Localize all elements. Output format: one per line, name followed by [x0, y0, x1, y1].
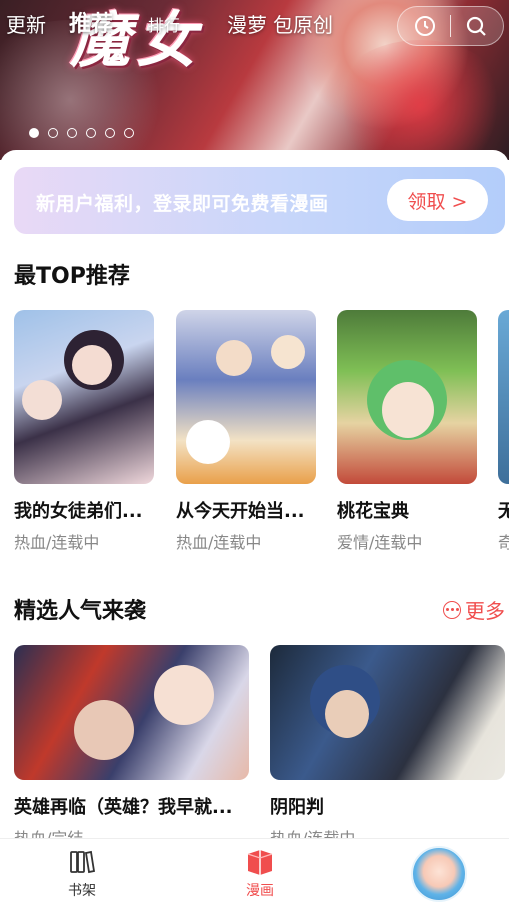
- comic-cover: [498, 310, 509, 484]
- comic-card[interactable]: 无 奇: [498, 310, 509, 553]
- bookshelf-icon: [70, 850, 96, 874]
- divider: [449, 15, 451, 37]
- comic-card[interactable]: 桃花宝典 爱情/连载中: [337, 310, 477, 553]
- tab-label: 漫画: [246, 883, 274, 899]
- comic-tags: 热血/连载中: [14, 533, 100, 552]
- comic-card[interactable]: 我的女徒弟们... 热血/连载中: [14, 310, 154, 553]
- carousel-dot[interactable]: [29, 128, 39, 138]
- banner-art: [330, 40, 509, 160]
- history-icon[interactable]: [411, 12, 439, 40]
- comic-icon: [247, 850, 273, 875]
- carousel-dot[interactable]: [67, 128, 77, 138]
- comic-title: 我的女徒弟们...: [14, 501, 143, 522]
- comic-cover: [14, 310, 154, 484]
- hero-banner[interactable]: 魔女 更新 推荐 排行 漫萝 包原创: [0, 0, 509, 160]
- comic-cover: [14, 645, 249, 780]
- tab-update[interactable]: 更新: [6, 9, 46, 38]
- comic-title: 英雄再临（英雄？我早就...: [14, 797, 233, 818]
- comic-card[interactable]: 从今天开始当... 热血/连载中: [176, 310, 316, 553]
- more-link[interactable]: 更多: [443, 595, 505, 624]
- carousel-dot[interactable]: [124, 128, 134, 138]
- tab-bookshelf[interactable]: 书架: [42, 847, 122, 900]
- tab-recommend[interactable]: 推荐: [69, 6, 113, 38]
- comic-title: 桃花宝典: [337, 501, 409, 522]
- new-user-promo-banner[interactable]: 新用户福利，登录即可免费看漫画 领取 >: [14, 167, 505, 234]
- comic-title: 从今天开始当...: [176, 501, 305, 522]
- comic-card[interactable]: 阴阳判 热血/连载中: [270, 645, 505, 840]
- tab-comic[interactable]: 漫画: [220, 847, 300, 900]
- bottom-tab-bar: 书架 漫画: [0, 838, 509, 902]
- top-actions: [397, 6, 504, 46]
- comic-tags: 奇: [498, 533, 509, 552]
- more-icon: [443, 600, 461, 619]
- comic-tags: 热血/连载中: [176, 533, 262, 552]
- top-recommend-list: 我的女徒弟们... 热血/连载中 从今天开始当... 热血/连载中 桃花宝典 爱…: [14, 310, 509, 560]
- section-title-popular: 精选人气来袭: [14, 599, 147, 624]
- more-label: 更多: [465, 599, 505, 623]
- carousel-dot[interactable]: [105, 128, 115, 138]
- comic-title: 阴阳判: [270, 797, 324, 818]
- tab-ranking[interactable]: 排行: [148, 12, 180, 36]
- popular-list: 英雄再临（英雄？我早就... 热血/完结 阴阳判 热血/连载中: [14, 645, 509, 840]
- comic-cover: [270, 645, 505, 780]
- promo-text: 新用户福利，登录即可免费看漫画: [36, 193, 329, 215]
- claim-button[interactable]: 领取 >: [387, 179, 488, 221]
- carousel-dot[interactable]: [86, 128, 96, 138]
- profile-avatar[interactable]: [411, 846, 467, 902]
- comic-tags: 爱情/连载中: [337, 533, 423, 552]
- search-icon[interactable]: [462, 12, 490, 40]
- tab-original[interactable]: 包原创: [273, 9, 333, 38]
- comic-title: 无: [498, 501, 509, 522]
- tab-manluo[interactable]: 漫萝: [227, 9, 267, 38]
- section-title-top: 最TOP推荐: [14, 264, 130, 289]
- carousel-dot[interactable]: [48, 128, 58, 138]
- comic-card[interactable]: 英雄再临（英雄？我早就... 热血/完结: [14, 645, 249, 840]
- carousel-indicator: [29, 128, 134, 138]
- comic-cover: [176, 310, 316, 484]
- tab-label: 书架: [68, 883, 96, 899]
- comic-cover: [337, 310, 477, 484]
- content-sheet: 新用户福利，登录即可免费看漫画 领取 > 最TOP推荐 我的女徒弟们... 热血…: [0, 150, 509, 840]
